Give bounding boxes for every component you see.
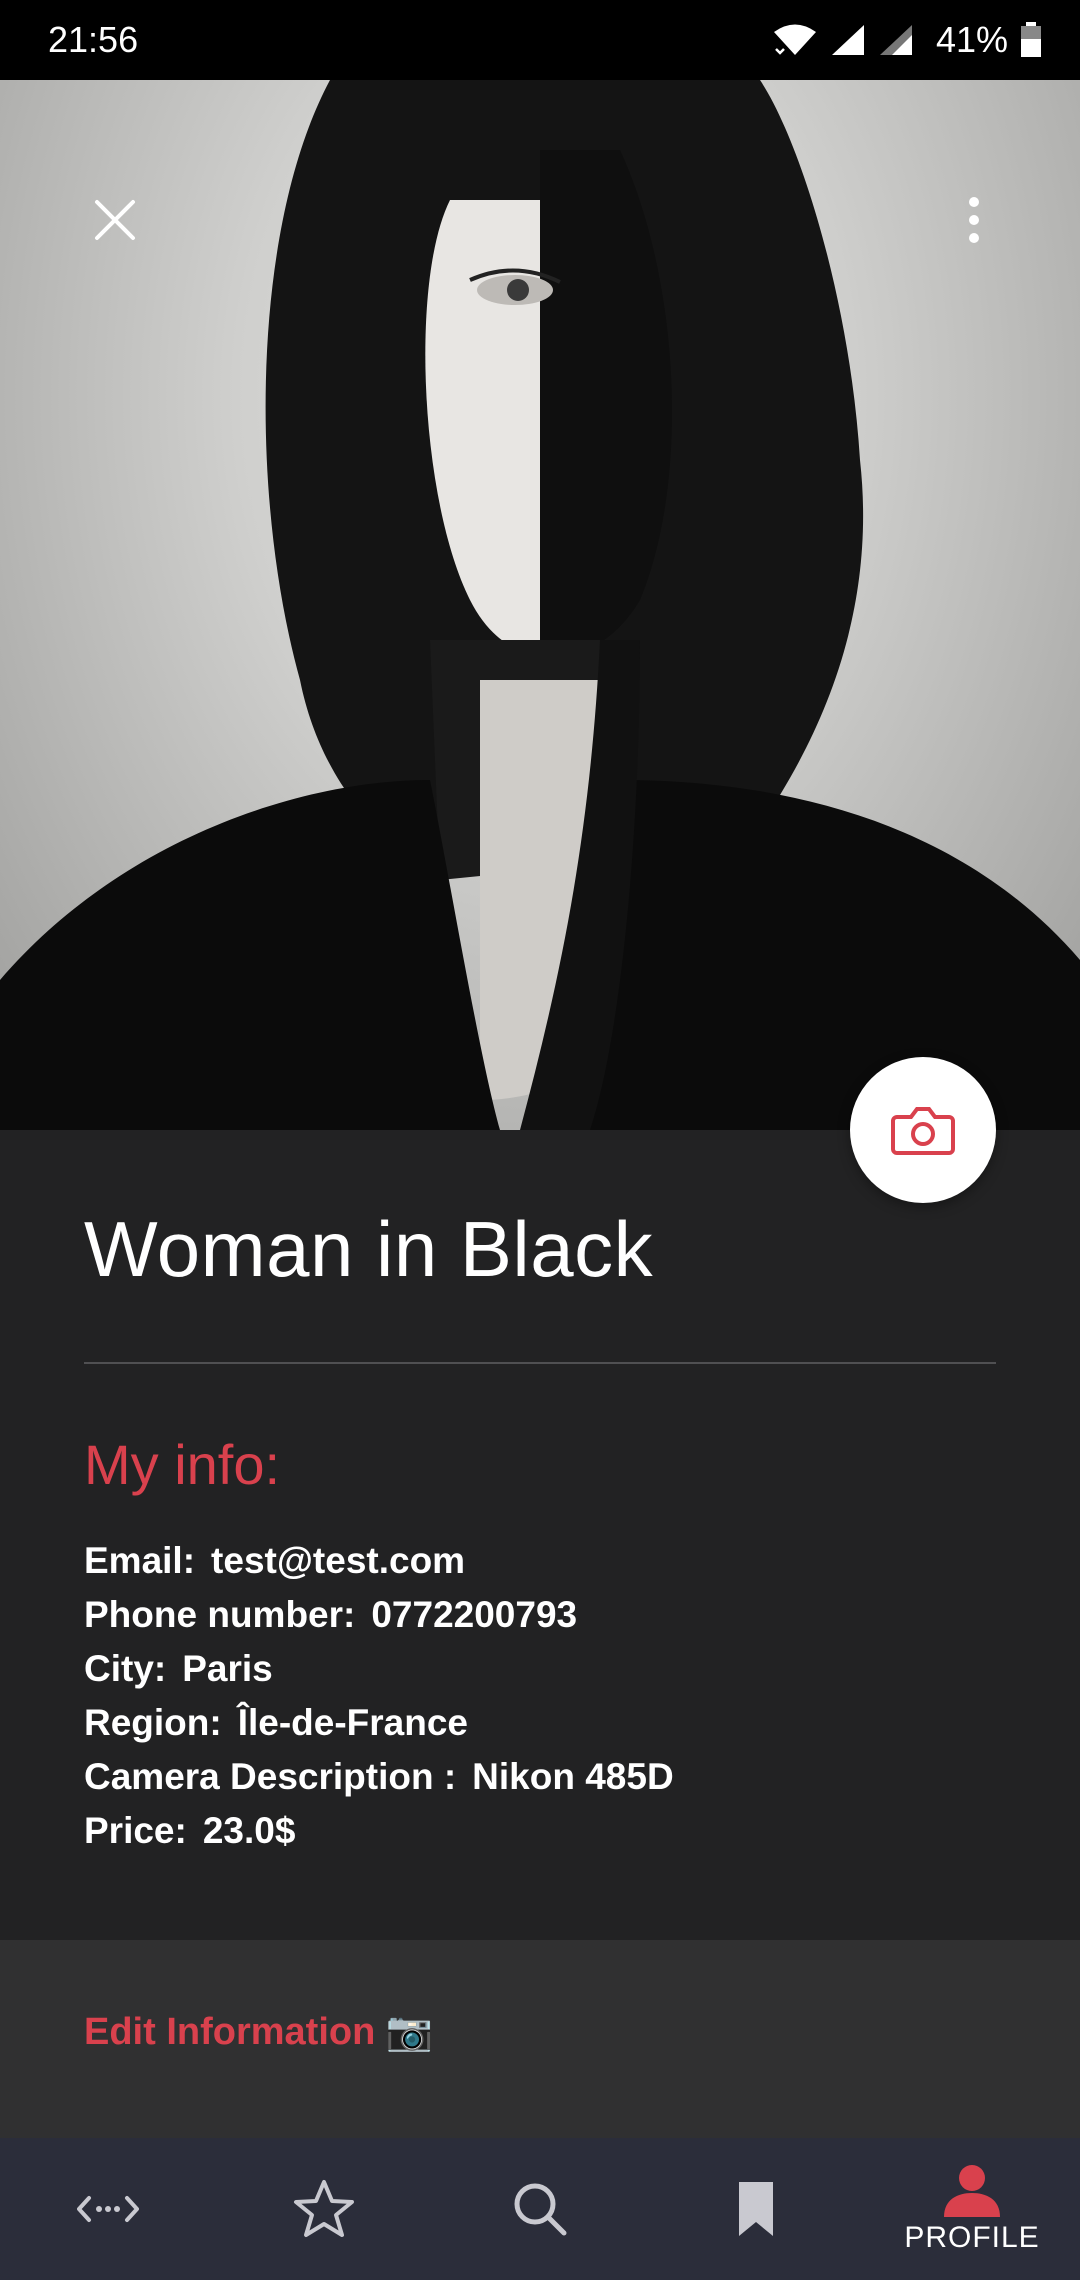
- profile-name: Woman in Black: [84, 1205, 654, 1293]
- more-vert-icon: [969, 197, 979, 243]
- info-label: Price:: [84, 1810, 187, 1851]
- nav-item-profile[interactable]: PROFILE: [897, 2138, 1047, 2280]
- nav-label-profile: PROFILE: [904, 2221, 1040, 2254]
- info-value: Nikon 485D: [472, 1756, 674, 1797]
- camera-icon: [891, 1107, 955, 1155]
- info-label: Phone number:: [84, 1594, 356, 1635]
- close-button[interactable]: [75, 180, 155, 260]
- info-row-region: Region: Île-de-France: [84, 1696, 674, 1750]
- info-row-camera: Camera Description : Nikon 485D: [84, 1750, 674, 1804]
- info-row-price: Price: 23.0$: [84, 1804, 674, 1858]
- info-list: Email: test@test.com Phone number: 0772200…: [84, 1534, 674, 1858]
- close-icon: [95, 200, 135, 240]
- change-photo-button[interactable]: [850, 1057, 996, 1203]
- info-row-phone: Phone number: 0772200793: [84, 1588, 674, 1642]
- signal-icon: [831, 25, 864, 55]
- edit-information-label: Edit Information 📷: [84, 2011, 434, 2053]
- info-row-email: Email: test@test.com: [84, 1534, 674, 1588]
- info-value: Île-de-France: [237, 1702, 468, 1743]
- nav-item-bookmarks[interactable]: [681, 2138, 831, 2280]
- info-label: Region:: [84, 1702, 222, 1743]
- info-label: Email:: [84, 1540, 196, 1581]
- star-icon: [294, 2180, 354, 2237]
- status-bar: 21:56 41%: [0, 0, 1080, 80]
- battery-percent: 41%: [935, 19, 1008, 60]
- info-label: City:: [84, 1648, 167, 1689]
- more-options-button[interactable]: [934, 180, 1014, 260]
- portrait-illustration: [0, 80, 1080, 1130]
- nav-item-favorites[interactable]: [249, 2138, 399, 2280]
- search-icon: [514, 2183, 567, 2236]
- divider: [84, 1362, 996, 1364]
- bottom-navigation: PROFILE: [0, 2138, 1080, 2280]
- swap-arrows-icon: [77, 2196, 139, 2222]
- person-icon: [944, 2165, 1000, 2217]
- nav-item-search[interactable]: [465, 2138, 615, 2280]
- edit-panel: Edit Information 📷: [0, 1940, 1080, 2140]
- info-label: Camera Description :: [84, 1756, 457, 1797]
- info-heading: My info:: [84, 1433, 281, 1496]
- info-value: 0772200793: [371, 1594, 578, 1635]
- info-row-city: City: Paris: [84, 1642, 674, 1696]
- status-time: 21:56: [48, 19, 139, 60]
- profile-photo: [0, 80, 1080, 1130]
- info-value: 23.0$: [202, 1810, 296, 1851]
- status-icons: 41%: [772, 19, 1042, 61]
- wifi-icon: [773, 24, 816, 55]
- signal-icon-2: [879, 25, 912, 55]
- nav-item-swap[interactable]: [33, 2138, 183, 2280]
- bookmark-icon: [739, 2182, 773, 2236]
- battery-icon: [1021, 22, 1041, 57]
- info-value: test@test.com: [211, 1540, 466, 1581]
- info-value: Paris: [182, 1648, 273, 1689]
- edit-information-button[interactable]: Edit Information 📷: [84, 2010, 433, 2054]
